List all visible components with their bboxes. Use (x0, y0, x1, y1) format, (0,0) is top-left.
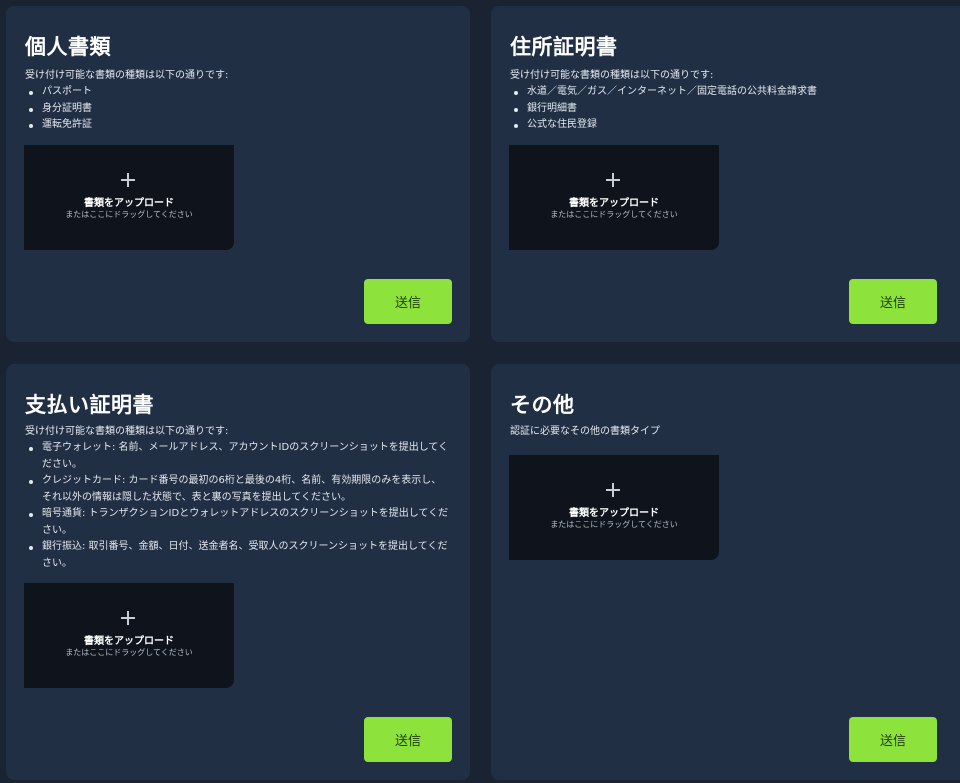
list-item: 公式な住民登録 (510, 117, 817, 134)
upload-label: 書類をアップロード (569, 508, 659, 519)
card-proof-of-address: 住所証明書 受け付け可能な書類の種類は以下の通りです: 水道／電気／ガス／インタ… (491, 6, 960, 342)
list-item: パスポート (25, 84, 228, 101)
plus-icon (121, 173, 135, 187)
card-description: 受け付け可能な書類の種類は以下の通りです: (25, 70, 229, 81)
card-proof-of-payment: 支払い証明書 受け付け可能な書類の種類は以下の通りです: 電子ウォレット: 名前… (6, 364, 470, 780)
submit-button[interactable]: 送信 (364, 279, 452, 324)
upload-hint: またはここにドラッグしてください (65, 210, 193, 219)
card-title: 支払い証明書 (25, 393, 154, 417)
card-title: その他 (510, 393, 575, 417)
upload-dropzone[interactable]: 書類をアップロード またはここにドラッグしてください (509, 455, 719, 560)
document-type-list: 水道／電気／ガス／インターネット／固定電話の公共料金請求書 銀行明細書 公式な住… (510, 84, 817, 134)
plus-icon (606, 173, 620, 187)
card-other-documents: その他 認証に必要なその他の書類タイプ 書類をアップロード またはここにドラッグ… (491, 364, 960, 780)
plus-icon (606, 483, 620, 497)
card-description-block: 受け付け可能な書類の種類は以下の通りです: 水道／電気／ガス／インターネット／固… (510, 68, 817, 134)
card-description: 認証に必要なその他の書類タイプ (510, 426, 660, 437)
submit-button[interactable]: 送信 (364, 717, 452, 762)
upload-dropzone[interactable]: 書類をアップロード またはここにドラッグしてください (24, 145, 234, 250)
upload-dropzone[interactable]: 書類をアップロード またはここにドラッグしてください (509, 145, 719, 250)
card-title: 個人書類 (25, 35, 111, 59)
submit-button[interactable]: 送信 (849, 717, 937, 762)
list-item: 銀行振込: 取引番号、金額、日付、送金者名、受取人のスクリーンショットを提出して… (25, 539, 450, 572)
upload-dropzone[interactable]: 書類をアップロード またはここにドラッグしてください (24, 583, 234, 688)
document-type-list: パスポート 身分証明書 運転免許証 (25, 84, 228, 134)
card-description-block: 受け付け可能な書類の種類は以下の通りです: 電子ウォレット: 名前、メールアドレ… (25, 424, 450, 572)
list-item: 水道／電気／ガス／インターネット／固定電話の公共料金請求書 (510, 84, 817, 101)
upload-label: 書類をアップロード (84, 198, 174, 209)
upload-label: 書類をアップロード (84, 636, 174, 647)
list-item: クレジットカード: カード番号の最初の6桁と最後の4桁、名前、有効期限のみを表示… (25, 473, 450, 506)
submit-button[interactable]: 送信 (849, 279, 937, 324)
list-item: 運転免許証 (25, 117, 228, 134)
card-description-block: 認証に必要なその他の書類タイプ (510, 424, 660, 440)
list-item: 電子ウォレット: 名前、メールアドレス、アカウントIDのスクリーンショットを提出… (25, 440, 450, 473)
list-item: 身分証明書 (25, 101, 228, 118)
upload-hint: またはここにドラッグしてください (65, 648, 193, 657)
upload-hint: またはここにドラッグしてください (550, 210, 678, 219)
document-type-list: 電子ウォレット: 名前、メールアドレス、アカウントIDのスクリーンショットを提出… (25, 440, 450, 572)
upload-label: 書類をアップロード (569, 198, 659, 209)
card-description: 受け付け可能な書類の種類は以下の通りです: (510, 70, 714, 81)
card-description: 受け付け可能な書類の種類は以下の通りです: (25, 426, 229, 437)
card-title: 住所証明書 (510, 35, 618, 59)
plus-icon (121, 611, 135, 625)
list-item: 銀行明細書 (510, 101, 817, 118)
upload-hint: またはここにドラッグしてください (550, 520, 678, 529)
card-personal-documents: 個人書類 受け付け可能な書類の種類は以下の通りです: パスポート 身分証明書 運… (6, 6, 470, 342)
card-description-block: 受け付け可能な書類の種類は以下の通りです: パスポート 身分証明書 運転免許証 (25, 68, 228, 134)
list-item: 暗号通貨: トランザクションIDとウォレットアドレスのスクリーンショットを提出し… (25, 506, 450, 539)
